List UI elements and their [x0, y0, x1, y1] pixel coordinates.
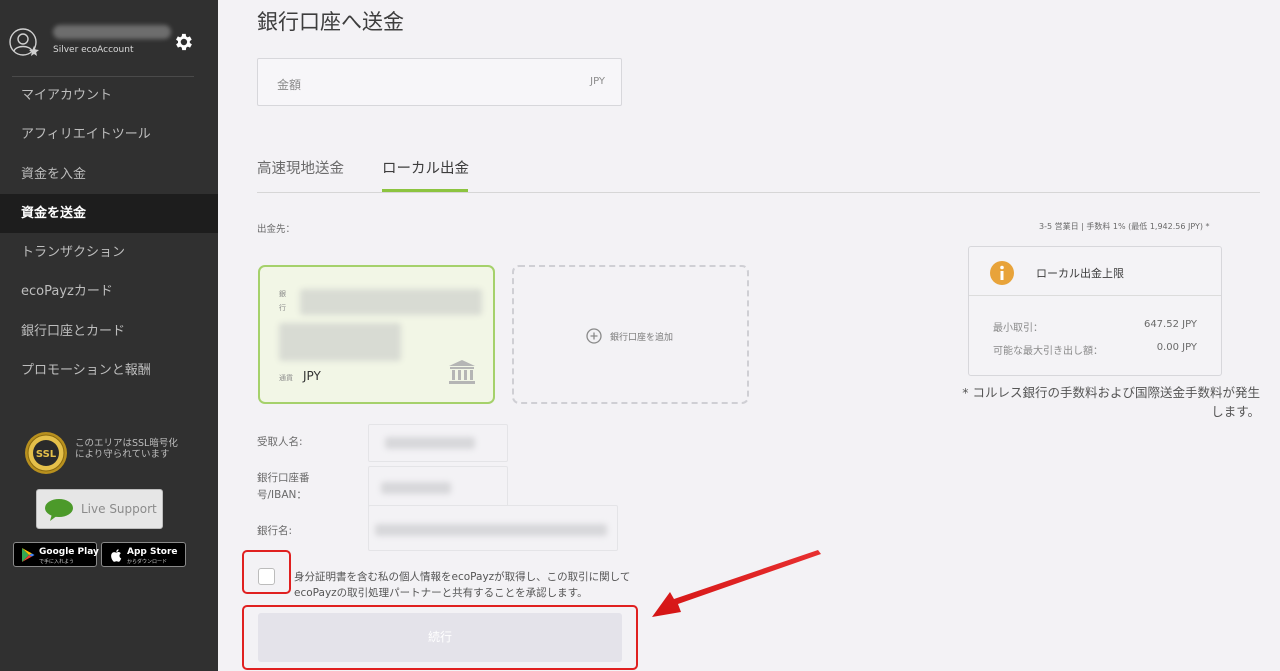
card-currency: JPY — [303, 369, 321, 383]
nav-promotions-rewards[interactable]: プロモーションと報酬 — [0, 351, 218, 390]
sidebar: Silver ecoAccount マイアカウント アフィリエイトツール 資金を… — [0, 0, 218, 671]
nav-affiliate-tools[interactable]: アフィリエイトツール — [0, 115, 218, 154]
account-number-label: 銀行口座番号/IBAN： — [257, 472, 310, 501]
withdrawal-limits-panel: ローカル出金上限 最小取引： 647.52 JPY 可能な最大引き出し額： 0.… — [968, 246, 1222, 376]
max-withdrawal-label: 可能な最大引き出し額： — [993, 346, 1103, 357]
google-play-button[interactable]: Google Play で手に入れよう — [13, 542, 99, 567]
ssl-badge-icon: SSL — [25, 432, 67, 474]
amount-currency: JPY — [590, 76, 605, 87]
bank-name-value-redacted — [375, 524, 607, 536]
destination-label: 出金先： — [257, 224, 296, 235]
ssl-notice: このエリアはSSL暗号化により守られています — [75, 438, 178, 460]
recipient-name-redacted — [385, 437, 475, 449]
consent-text: 身分証明書を含む私の個人情報をecoPayzが取得し、この取引に関してecoPa… — [294, 571, 631, 599]
live-support-button[interactable]: Live Support — [36, 489, 163, 529]
nav-bank-accounts-cards[interactable]: 銀行口座とカード — [0, 312, 218, 351]
selected-bank-card[interactable]: 銀行 通貨 JPY — [258, 265, 495, 404]
info-icon — [990, 261, 1014, 285]
account-number-field — [368, 466, 508, 508]
nav-ecopayz-card[interactable]: ecoPayzカード — [0, 272, 218, 311]
processing-info: 3-5 営業日 | 手数料 1% (最低 1,942.56 JPY) * — [1039, 222, 1210, 231]
account-tier: Silver ecoAccount — [53, 45, 134, 55]
bank-name-field — [368, 505, 618, 551]
apple-icon — [111, 549, 122, 562]
consent-checkbox[interactable] — [258, 568, 275, 585]
tab-local-withdrawal[interactable]: ローカル出金 — [382, 157, 469, 178]
limits-title: ローカル出金上限 — [1036, 267, 1124, 280]
live-support-label: Live Support — [81, 502, 157, 516]
min-transaction-label: 最小取引： — [993, 323, 1043, 334]
app-store-sublabel: からダウンロード — [127, 559, 168, 565]
app-store-button[interactable]: App Store からダウンロード — [101, 542, 186, 567]
continue-button[interactable]: 続行 — [258, 613, 622, 662]
app-store-label: App Store — [127, 547, 178, 557]
plus-circle-icon — [586, 328, 602, 344]
fee-note: * コルレス銀行の手数料および国際送金手数料が発生します。 — [962, 385, 1260, 419]
sidebar-nav: マイアカウント アフィリエイトツール 資金を入金 資金を送金 トランザクション … — [0, 76, 218, 390]
add-bank-account-button[interactable]: 銀行口座を追加 — [512, 265, 749, 404]
recipient-name-label: 受取人名: — [257, 436, 303, 448]
amount-placeholder: 金額 — [277, 78, 302, 92]
nav-send-money[interactable]: 資金を送金 — [0, 193, 218, 234]
recipient-name-field — [368, 424, 508, 462]
account-number-redacted — [381, 482, 451, 494]
account-info-redacted — [279, 323, 401, 361]
max-withdrawal-value: 0.00 JPY — [1156, 342, 1197, 353]
google-play-sublabel: で手に入れよう — [39, 559, 75, 565]
bank-label: 銀行 — [279, 290, 286, 312]
profile-area: Silver ecoAccount — [0, 0, 218, 76]
add-bank-label: 銀行口座を追加 — [610, 333, 674, 343]
svg-text:SSL: SSL — [36, 449, 57, 460]
nav-deposit[interactable]: 資金を入金 — [0, 155, 218, 194]
chat-bubble-icon — [45, 499, 73, 521]
bank-name-redacted — [300, 289, 482, 315]
bank-name-label: 銀行名: — [257, 525, 293, 537]
google-play-label: Google Play — [39, 547, 99, 557]
user-name-redacted — [53, 25, 171, 39]
amount-input[interactable]: 金額 JPY — [257, 58, 622, 106]
transfer-tabs: 高速現地送金 ローカル出金 — [257, 140, 1260, 193]
min-transaction-value: 647.52 JPY — [1143, 319, 1197, 330]
tab-fast-local-transfer[interactable]: 高速現地送金 — [257, 157, 344, 178]
currency-label: 通貨 — [279, 374, 293, 382]
nav-transactions[interactable]: トランザクション — [0, 233, 218, 272]
gear-icon[interactable] — [172, 31, 194, 53]
google-play-icon — [22, 548, 35, 562]
page-title: 銀行口座へ送金 — [257, 10, 404, 34]
active-tab-indicator — [382, 189, 468, 192]
divider — [969, 295, 1221, 296]
red-arrow-annotation — [652, 550, 821, 617]
bank-icon — [449, 360, 475, 384]
user-avatar-icon[interactable] — [9, 28, 39, 58]
nav-my-account[interactable]: マイアカウント — [0, 76, 218, 115]
